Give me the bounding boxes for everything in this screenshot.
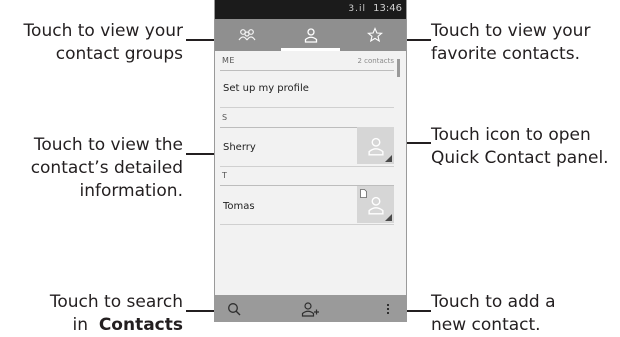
add-contact-icon [301,301,319,317]
phone-screen: 3.il 13:46 ME 2 contacts Set up my profi… [214,0,407,322]
person-placeholder-icon [367,196,384,214]
divider [220,166,394,167]
section-header-t: T [220,171,394,186]
tab-bar [215,19,406,51]
add-contact-button[interactable] [293,295,327,322]
tab-favorites[interactable] [343,19,406,51]
bottom-action-bar [215,295,406,322]
callout-quick-contact: Touch icon to open Quick Contact panel. [431,125,609,168]
status-bar: 3.il 13:46 [215,0,406,19]
callout-contact-groups: Touch to view your contact groups [23,21,183,64]
divider [220,107,394,108]
tab-contact-groups[interactable] [215,19,278,51]
leader-line [186,310,214,312]
contact-groups-icon [238,29,255,41]
section-header-me: ME 2 contacts [220,56,394,71]
search-button[interactable] [219,295,249,322]
callout-contact-details: Touch to view the contact’s detailed inf… [30,135,183,201]
person-icon [304,28,317,43]
contact-list: ME 2 contacts Set up my profile S Sherry… [215,51,406,295]
callout-favorites: Touch to view your favorite contacts. [431,21,591,64]
callout-add-contact: Touch to add a new contact. [431,292,556,335]
tab-contacts[interactable] [279,19,342,51]
person-placeholder-icon [367,137,384,155]
contact-name[interactable]: Tomas [223,201,255,212]
contact-photo-quick-contact[interactable] [357,186,394,223]
divider [220,224,394,225]
signal-battery-icons: 3.il [348,4,366,14]
quick-contact-corner [385,214,392,221]
quick-contact-corner [385,155,392,162]
overflow-menu-button[interactable] [377,295,399,322]
contact-photo-quick-contact[interactable] [357,127,394,164]
setup-profile-item[interactable]: Set up my profile [223,83,309,94]
status-time: 13:46 [373,3,402,14]
contact-name[interactable]: Sherry [223,142,256,153]
sim-card-icon [360,189,367,198]
scrollbar[interactable] [397,59,400,77]
section-header-s: S [220,113,394,128]
search-icon [228,302,241,315]
star-icon [366,27,383,43]
overflow-menu-icon [387,303,389,314]
contact-count: 2 contacts [357,57,394,65]
callout-search: Touch to search in Contacts [49,292,183,335]
